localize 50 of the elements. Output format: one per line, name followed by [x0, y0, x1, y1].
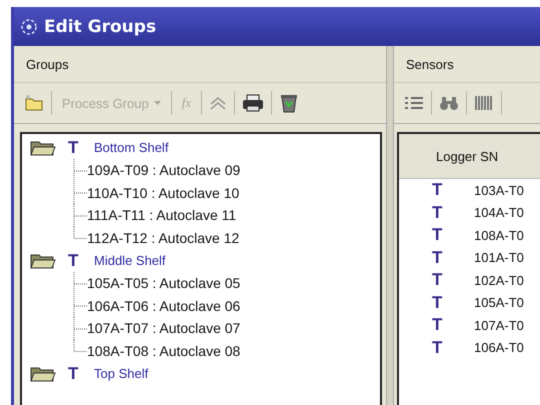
printer-icon[interactable]: [242, 94, 264, 112]
sensor-label[interactable]: 105A-T05 : Autoclave 05: [87, 275, 240, 292]
table-cell: 107A-T0: [474, 318, 524, 333]
caret-icon: [154, 100, 161, 106]
tree-connector: [73, 158, 87, 182]
sensor-label[interactable]: 106A-T06 : Autoclave 06: [87, 298, 240, 314]
tree-connector: [73, 181, 87, 204]
sensor-label[interactable]: 111A-T11 : Autoclave 11: [87, 207, 236, 224]
table-cell: 106A-T0: [474, 340, 524, 356]
type-mark: T: [432, 180, 444, 200]
table-cell: 102A-T0: [474, 272, 524, 288]
window-title: Edit Groups: [44, 16, 156, 36]
table-cell: 104A-T0: [474, 205, 524, 220]
panel-title: Sensors: [406, 56, 454, 72]
type-mark: T: [68, 138, 80, 158]
column-header[interactable]: Logger SN: [436, 148, 498, 164]
list-icon[interactable]: [404, 95, 424, 111]
type-mark: T: [432, 248, 444, 268]
tree-connector: [73, 272, 87, 295]
tree-connector: [73, 294, 87, 318]
group-label[interactable]: Middle Shelf: [94, 253, 166, 268]
type-mark: T: [432, 270, 444, 290]
table-cell: 103A-T0: [474, 182, 524, 198]
group-label[interactable]: Top Shelf: [94, 366, 148, 381]
type-mark: T: [432, 225, 444, 246]
sensor-label[interactable]: 109A-T09 : Autoclave 09: [87, 162, 240, 178]
open-folder-icon: [30, 252, 56, 268]
chevrons-up-icon[interactable]: [209, 95, 228, 111]
open-folder-icon: [30, 366, 56, 382]
open-folder-icon: [30, 140, 56, 156]
type-mark: T: [432, 292, 444, 313]
sensor-label[interactable]: 108A-T08 : Autoclave 08: [87, 342, 240, 359]
type-mark: T: [68, 250, 80, 270]
type-mark: T: [432, 315, 444, 336]
binoculars-icon[interactable]: [439, 95, 459, 111]
table-cell: 105A-T0: [474, 295, 524, 310]
sensor-label[interactable]: 110A-T10 : Autoclave 10: [87, 184, 240, 201]
recycle-bin-icon[interactable]: [279, 93, 300, 113]
type-mark: T: [68, 364, 80, 384]
panel-title: Groups: [26, 56, 69, 72]
type-mark: T: [432, 202, 444, 223]
table-cell: 108A-T0: [474, 228, 524, 243]
group-label[interactable]: Bottom Shelf: [94, 140, 168, 155]
sensor-label[interactable]: 107A-T07 : Autoclave 07: [87, 320, 240, 336]
sensor-label[interactable]: 112A-T12 : Autoclave 12: [87, 230, 240, 246]
app-icon: [20, 18, 38, 36]
barcode-icon[interactable]: [474, 95, 494, 111]
new-folder-icon[interactable]: [24, 94, 44, 112]
table-cell: 101A-T0: [474, 250, 524, 266]
type-mark: T: [432, 338, 444, 358]
